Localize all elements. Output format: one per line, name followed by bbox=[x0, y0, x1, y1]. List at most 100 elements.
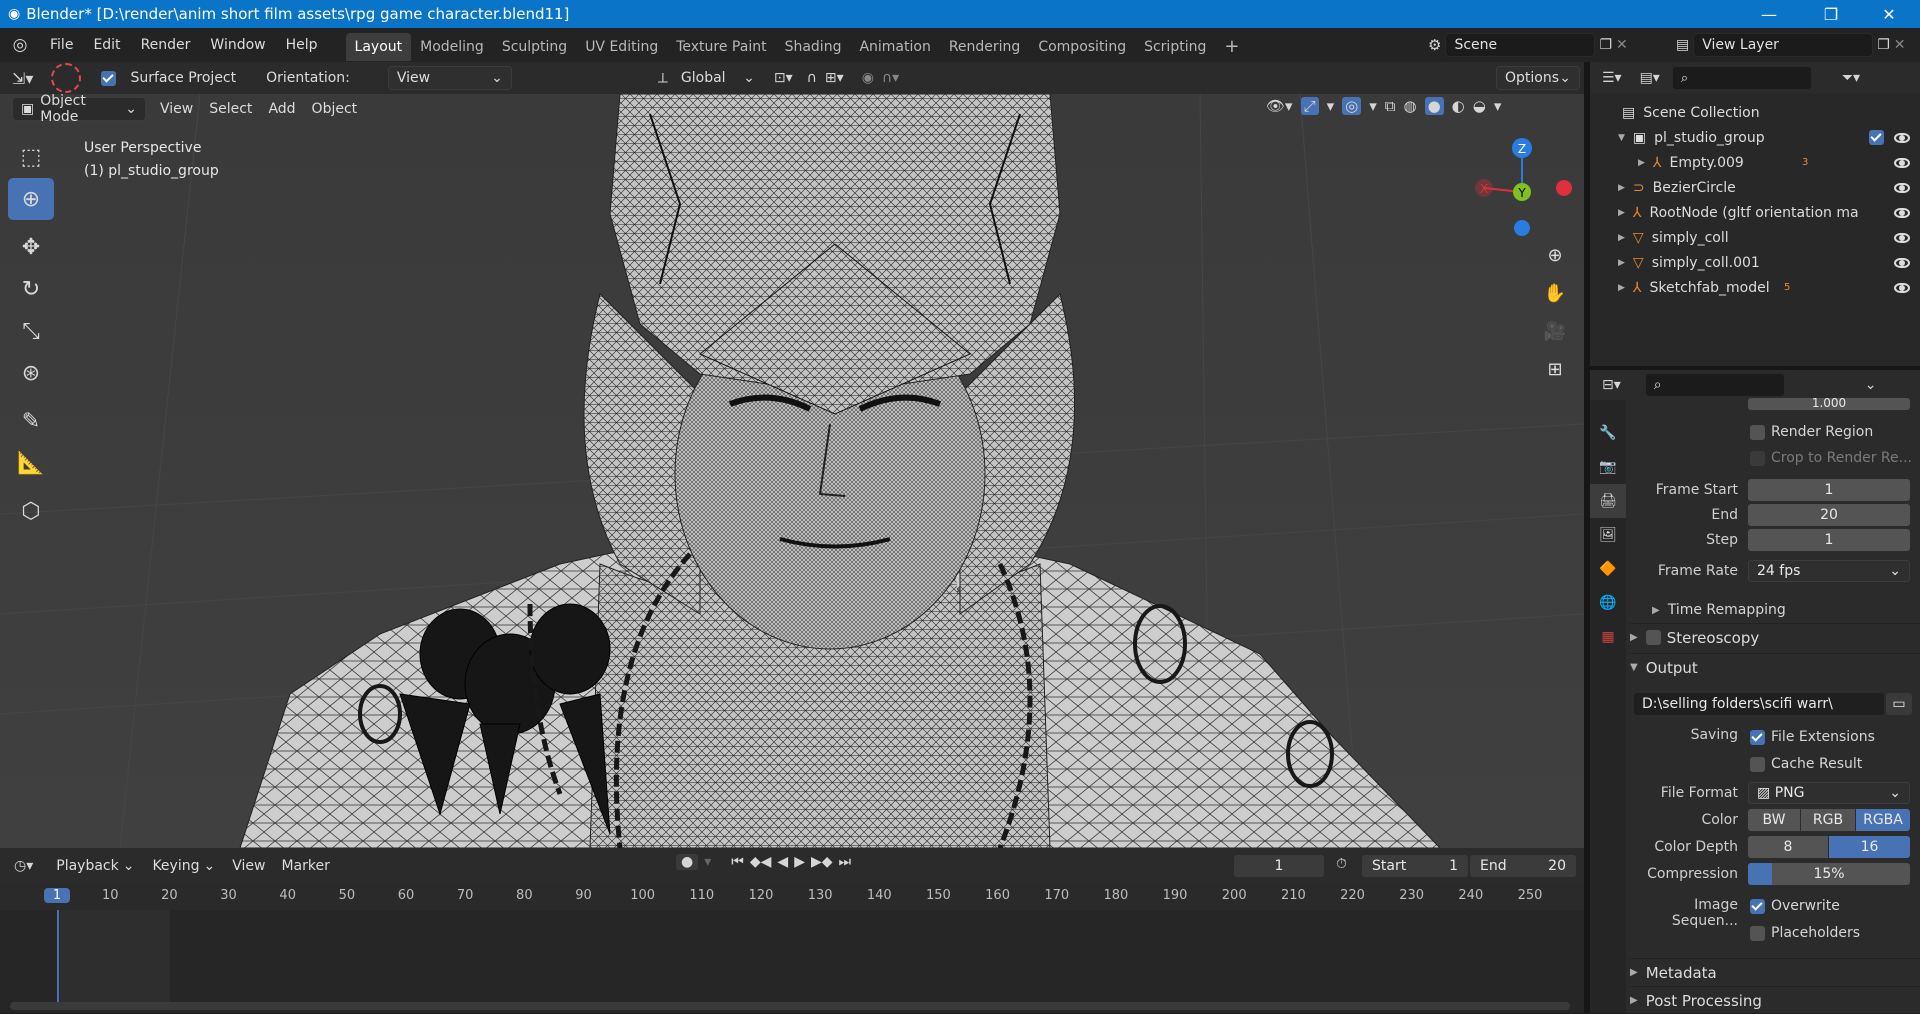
rendered-shading-icon[interactable]: ◒ bbox=[1473, 97, 1486, 115]
menu-edit[interactable]: Edit bbox=[83, 28, 130, 62]
minimize-button[interactable]: — bbox=[1746, 0, 1792, 28]
menu-help[interactable]: Help bbox=[276, 28, 328, 62]
next-keyframe-icon[interactable]: ▶◆ bbox=[811, 854, 833, 870]
wireframe-shading-icon[interactable]: ◍ bbox=[1403, 97, 1416, 115]
menu-object[interactable]: Object bbox=[304, 97, 366, 121]
tab-compositing[interactable]: Compositing bbox=[1029, 33, 1135, 61]
outliner-item[interactable]: ▶ ⅄ Sketchfab_model 5 bbox=[1590, 275, 1920, 300]
cache-result-checkbox[interactable] bbox=[1750, 756, 1765, 772]
partial-field[interactable]: 1.000 bbox=[1748, 398, 1910, 410]
outliner-search-input[interactable]: ⌕ bbox=[1671, 66, 1812, 90]
pan-hand-icon[interactable]: ✋ bbox=[1540, 278, 1570, 308]
filter-icon[interactable]: ⏷▾ bbox=[1842, 70, 1860, 86]
timeline-area[interactable]: 1 10 20 30 40 50 60 70 80 90 100 110 120 130 140 150 160… bbox=[0, 884, 1584, 1013]
file-format-dropdown[interactable]: ▨ PNG ⌄ bbox=[1748, 782, 1910, 804]
new-scene-icon[interactable]: ❐ bbox=[1599, 37, 1612, 53]
color-rgb-option[interactable]: RGB bbox=[1801, 809, 1855, 831]
transform-orientation-dropdown[interactable]: Global ⌄ bbox=[671, 66, 764, 90]
cursor-tool-icon[interactable]: ⊕ bbox=[8, 178, 54, 220]
measure-tool-icon[interactable]: 📐 bbox=[8, 442, 54, 484]
prev-keyframe-icon[interactable]: ◆◀ bbox=[750, 854, 772, 870]
expand-icon[interactable]: ▶ bbox=[1618, 258, 1625, 268]
timeline-scrollbar[interactable] bbox=[10, 1002, 1570, 1010]
jump-end-icon[interactable]: ⏭ bbox=[839, 854, 852, 870]
tab-layout[interactable]: Layout bbox=[345, 33, 412, 61]
menu-window[interactable]: Window bbox=[200, 28, 275, 62]
frame-step-field[interactable]: 1 bbox=[1748, 529, 1910, 551]
surface-project-checkbox[interactable] bbox=[101, 70, 117, 86]
menu-add[interactable]: Add bbox=[260, 97, 303, 121]
metadata-panel[interactable]: ▶ Metadata bbox=[1630, 958, 1920, 986]
snap-icon[interactable]: ∩ bbox=[807, 70, 817, 86]
end-frame-field[interactable]: End 20 bbox=[1470, 855, 1576, 877]
outliner-item[interactable]: ▼ ▣ pl_studio_group bbox=[1590, 125, 1920, 150]
output-panel[interactable]: ▼ Output bbox=[1630, 653, 1920, 681]
scene-field[interactable]: Scene bbox=[1445, 33, 1596, 57]
world-tab-icon[interactable]: 🌐 bbox=[1590, 586, 1626, 620]
render-tab-icon[interactable]: 📷 bbox=[1590, 450, 1626, 484]
orientation-dropdown[interactable]: View ⌄ bbox=[387, 66, 512, 90]
jump-start-icon[interactable]: ⏮ bbox=[731, 854, 744, 870]
outliner-item[interactable]: ▶ ⅄ Empty.009 3 bbox=[1590, 150, 1920, 175]
crop-checkbox[interactable] bbox=[1750, 450, 1765, 466]
view-layer-icon[interactable]: ▤ bbox=[1676, 37, 1689, 53]
keying-menu[interactable]: Keying ⌄ bbox=[143, 854, 225, 878]
blender-menu-icon[interactable]: ◎ bbox=[0, 35, 40, 55]
record-icon[interactable]: ● bbox=[676, 854, 699, 870]
rotate-tool-icon[interactable]: ↻ bbox=[8, 268, 54, 310]
view-layer-field[interactable]: View Layer bbox=[1693, 33, 1874, 57]
play-icon[interactable]: ▶ bbox=[794, 854, 805, 870]
new-view-layer-icon[interactable]: ❐ bbox=[1877, 37, 1890, 53]
pivot-icon[interactable]: ⊡▾ bbox=[774, 70, 793, 86]
depth-8-option[interactable]: 8 bbox=[1748, 836, 1828, 858]
area-splitter[interactable] bbox=[1584, 62, 1590, 1013]
playhead-line[interactable] bbox=[57, 910, 59, 1006]
playback-menu[interactable]: Playback ⌄ bbox=[47, 854, 144, 878]
frame-rate-dropdown[interactable]: 24 fps ⌄ bbox=[1748, 560, 1910, 582]
stereoscopy-panel[interactable]: ▶ Stereoscopy bbox=[1630, 623, 1920, 651]
material-shading-icon[interactable]: ◐ bbox=[1452, 97, 1465, 115]
navigation-gizmo[interactable]: Z X Y bbox=[1470, 134, 1580, 244]
expand-icon[interactable]: ▶ bbox=[1618, 283, 1625, 293]
3d-viewport[interactable]: User Perspective (1) pl_studio_group bbox=[0, 94, 1584, 848]
outliner-item[interactable]: ▶ ▽ simply_coll bbox=[1590, 225, 1920, 250]
visibility-eye-icon[interactable] bbox=[1894, 257, 1910, 268]
close-button[interactable]: ✕ bbox=[1866, 0, 1912, 28]
timeline-editor-icon[interactable]: ◷▾ bbox=[14, 858, 33, 874]
timeline-marker-menu[interactable]: Marker bbox=[273, 854, 337, 878]
transform-orientation-icon[interactable]: ⟂ bbox=[658, 69, 668, 87]
tab-uv-editing[interactable]: UV Editing bbox=[576, 33, 667, 61]
collapse-icon[interactable]: ▼ bbox=[1618, 133, 1625, 143]
add-cube-tool-icon[interactable]: ⬡ bbox=[8, 490, 54, 532]
outliner-item[interactable]: ▶ ⅄ RootNode (gltf orientation ma bbox=[1590, 200, 1920, 225]
visibility-eye-icon[interactable] bbox=[1894, 132, 1910, 143]
options-dropdown[interactable]: Options ⌄ bbox=[1496, 66, 1580, 90]
stereoscopy-checkbox[interactable] bbox=[1645, 630, 1661, 645]
transform-tool-icon[interactable]: ⊛ bbox=[8, 352, 54, 394]
visibility-eye-icon[interactable] bbox=[1894, 182, 1910, 193]
scene-icon[interactable]: ⚙ bbox=[1428, 36, 1441, 54]
outliner-item[interactable]: ▶ ⊃ BezierCircle bbox=[1590, 175, 1920, 200]
tab-sculpting[interactable]: Sculpting bbox=[493, 33, 576, 61]
output-path-field[interactable]: D:\selling folders\scifi warr\ bbox=[1634, 693, 1884, 715]
visibility-eye-icon[interactable] bbox=[1894, 232, 1910, 243]
visibility-eye-icon[interactable] bbox=[1894, 282, 1910, 293]
frame-start-field[interactable]: 1 bbox=[1748, 479, 1910, 501]
timeline-view-menu[interactable]: View bbox=[224, 854, 273, 878]
proportional-edit-icon[interactable]: ◉ bbox=[862, 70, 874, 86]
overlay-toggle-icon[interactable]: ◎ bbox=[1342, 97, 1362, 115]
tab-shading[interactable]: Shading bbox=[776, 33, 851, 61]
xray-icon[interactable]: ⧉ bbox=[1385, 97, 1396, 115]
tab-modeling[interactable]: Modeling bbox=[411, 33, 493, 61]
play-reverse-icon[interactable]: ◀ bbox=[777, 854, 788, 870]
display-mode-icon[interactable]: ▤▾ bbox=[1640, 70, 1660, 86]
tab-scripting[interactable]: Scripting bbox=[1135, 33, 1215, 61]
compression-slider[interactable]: 15% bbox=[1748, 863, 1910, 885]
expand-icon[interactable]: ▶ bbox=[1618, 208, 1625, 218]
mode-dropdown[interactable]: ▣ Object Mode ⌄ bbox=[12, 93, 146, 125]
menu-select[interactable]: Select bbox=[201, 97, 260, 121]
expand-icon[interactable]: ▶ bbox=[1618, 233, 1625, 243]
snap-target-icon[interactable]: ⊞▾ bbox=[825, 70, 844, 86]
outliner-item[interactable]: ▶ ▽ simply_coll.001 bbox=[1590, 250, 1920, 275]
outliner-editor-icon[interactable]: ☰▾ bbox=[1602, 70, 1622, 86]
